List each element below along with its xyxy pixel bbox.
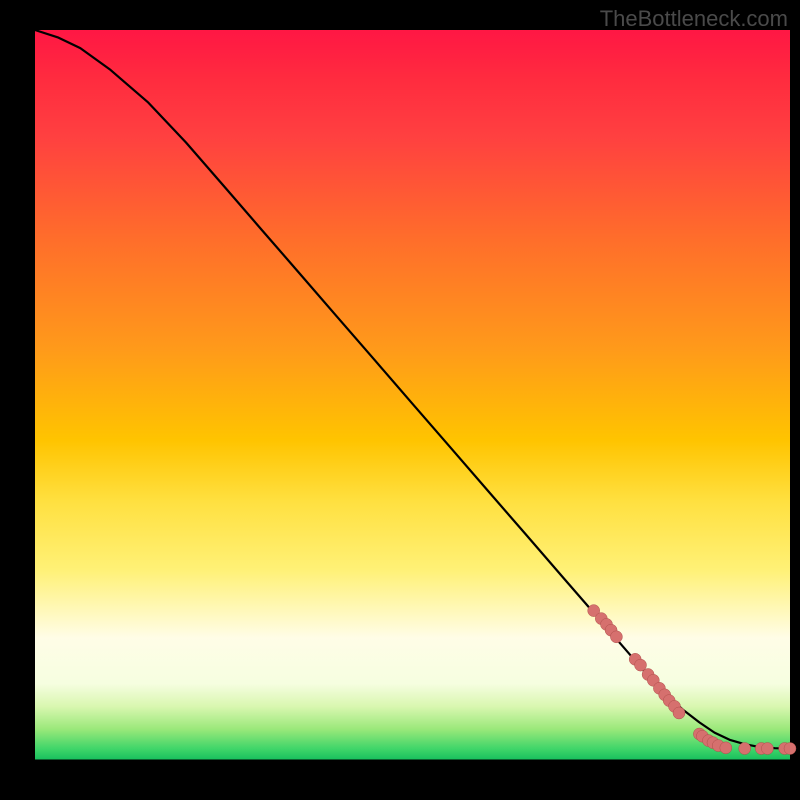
plot-gradient-background	[35, 30, 790, 790]
attribution-text: TheBottleneck.com	[600, 6, 788, 32]
